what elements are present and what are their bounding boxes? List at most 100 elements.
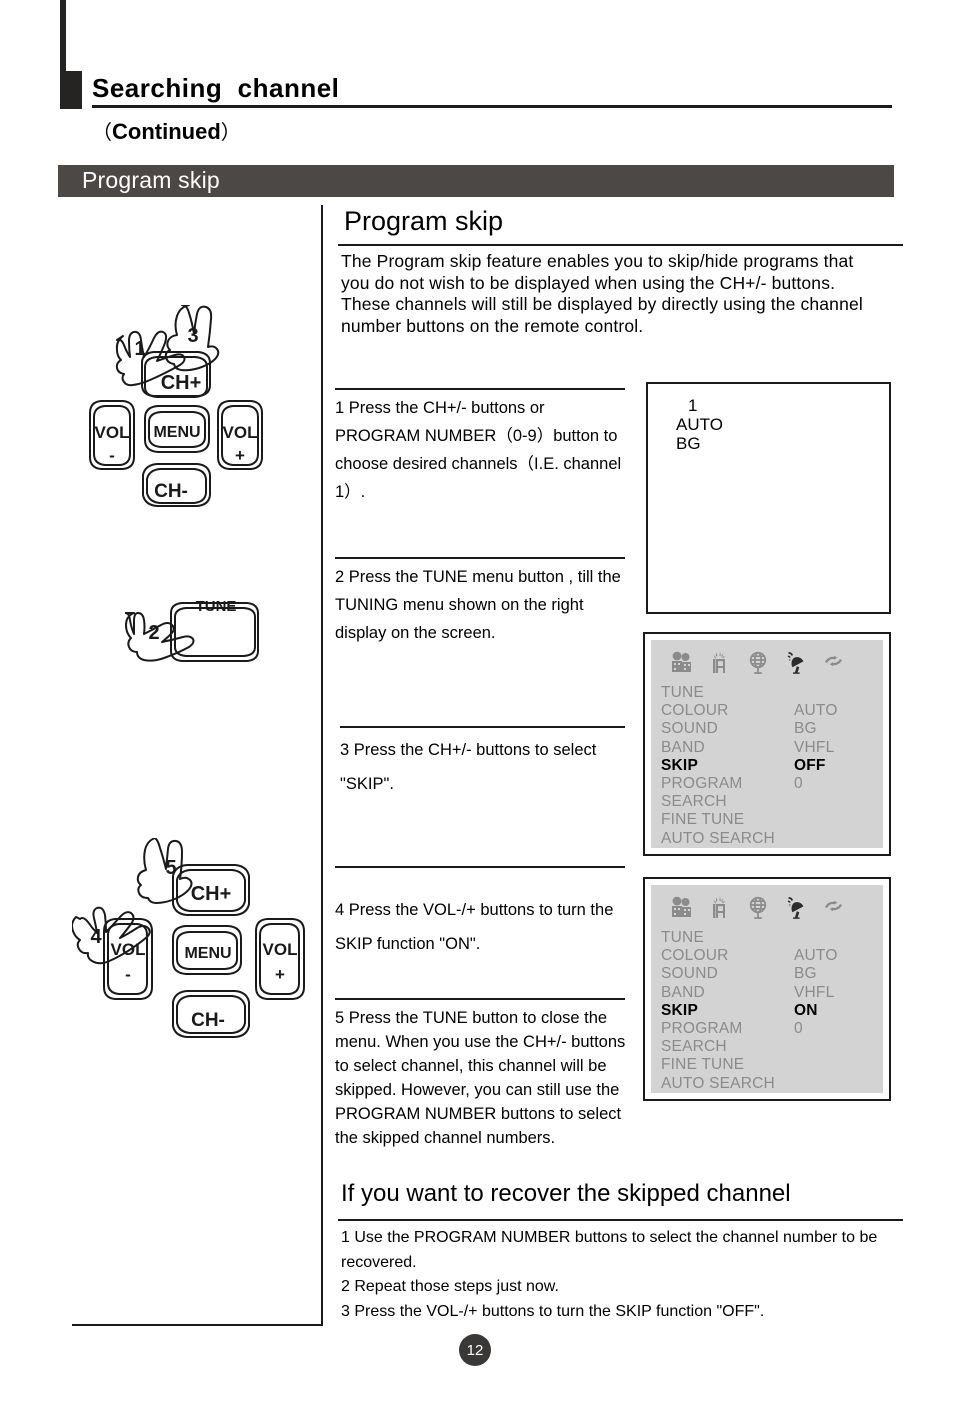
osd-background: TUNE COLOUR AUTO SOUND BG BAND VHFL SKIP ON … bbox=[651, 885, 883, 1093]
satellite-dish-icon[interactable] bbox=[783, 650, 809, 676]
osd-row-label: COLOUR bbox=[661, 947, 729, 965]
osd-row[interactable]: AUTO SEARCH bbox=[661, 830, 875, 848]
step-2-rule bbox=[335, 557, 625, 559]
osd-row[interactable]: SEARCH bbox=[661, 1038, 875, 1056]
remote-button-vol-down-label-1: VOL bbox=[111, 940, 146, 959]
tv-sound-system: BG bbox=[676, 434, 701, 453]
osd-row-skip[interactable]: SKIP ON bbox=[661, 1002, 875, 1020]
osd-row-list: TUNE COLOUR AUTO SOUND BG BAND VHFL SKIP OFF… bbox=[661, 684, 875, 848]
remote-button-vol-up-label-2: + bbox=[235, 446, 245, 465]
picture-icon[interactable] bbox=[669, 650, 695, 676]
remote-button-vol-up-label-2: + bbox=[275, 965, 285, 984]
remote-button-ch-up-label: CH+ bbox=[161, 372, 202, 394]
osd-row-value: VHFL bbox=[794, 983, 835, 1001]
remote-button-vol-up-label-1: VOL bbox=[223, 423, 258, 442]
recover-heading: If you want to recover the skipped chann… bbox=[341, 1180, 791, 1207]
subtitle-open-paren: （ bbox=[92, 122, 112, 144]
remote-illustration-tune: TUNE 2 bbox=[125, 595, 290, 690]
sound-icon[interactable] bbox=[707, 895, 733, 921]
picture-icon[interactable] bbox=[669, 895, 695, 921]
osd-row-label: BAND bbox=[661, 738, 705, 756]
osd-row-list: TUNE COLOUR AUTO SOUND BG BAND VHFL SKIP ON … bbox=[661, 929, 875, 1093]
globe-icon[interactable] bbox=[745, 650, 771, 676]
section-bar: Program skip bbox=[58, 165, 894, 197]
main-heading-underline bbox=[338, 244, 903, 246]
sound-icon[interactable] bbox=[707, 650, 733, 676]
osd-row-label: COLOUR bbox=[661, 702, 729, 720]
osd-row-label: PROGRAM bbox=[661, 775, 743, 793]
recover-step-3: 3 Press the VOL-/+ buttons to turn the S… bbox=[341, 1302, 765, 1320]
osd-row-skip[interactable]: SKIP OFF bbox=[661, 757, 875, 775]
osd-row[interactable]: TUNE bbox=[661, 684, 875, 702]
step-5-rule bbox=[335, 998, 625, 1000]
tv-colour-system: AUTO bbox=[676, 415, 723, 434]
osd-row[interactable]: PROGRAM 0 bbox=[661, 775, 875, 793]
osd-row[interactable]: BAND VHFL bbox=[661, 984, 875, 1002]
step-3-rule bbox=[340, 726, 625, 728]
osd-row-value: BG bbox=[794, 965, 817, 983]
page-subtitle: （Continued） bbox=[92, 116, 241, 145]
osd-row[interactable]: SEARCH bbox=[661, 793, 875, 811]
page-number-badge: 12 bbox=[459, 1334, 491, 1366]
osd-row[interactable]: SOUND BG bbox=[661, 965, 875, 983]
satellite-dish-icon[interactable] bbox=[783, 895, 809, 921]
osd-row[interactable]: FINE TUNE bbox=[661, 811, 875, 829]
osd-row-label: SEARCH bbox=[661, 793, 727, 811]
manual-page: Searching channel （Continued） Program sk… bbox=[0, 0, 954, 1401]
osd-row[interactable]: FINE TUNE bbox=[661, 1056, 875, 1074]
osd-row-label: TUNE bbox=[661, 684, 704, 701]
osd-row-label: AUTO SEARCH bbox=[661, 829, 775, 847]
tv-screen-channel-display: 1 AUTO BG bbox=[646, 382, 891, 614]
osd-row-label: TUNE bbox=[661, 929, 704, 946]
osd-row-value: OFF bbox=[794, 756, 826, 774]
osd-row[interactable]: COLOUR AUTO bbox=[661, 702, 875, 720]
tv-screen-osd-text: 1 AUTO BG bbox=[676, 396, 723, 453]
recover-steps: 1 Use the PROGRAM NUMBER buttons to sele… bbox=[341, 1226, 901, 1324]
osd-row-value: VHFL bbox=[794, 738, 835, 756]
osd-row[interactable]: AUTO SEARCH bbox=[661, 1075, 875, 1093]
globe-icon[interactable] bbox=[745, 895, 771, 921]
osd-row-label: SKIP bbox=[661, 756, 698, 774]
bottom-frame-rule bbox=[72, 1324, 323, 1326]
hand-pointer-label-2: 2 bbox=[148, 622, 159, 644]
remote-button-ch-up-label: CH+ bbox=[191, 883, 232, 905]
osd-row[interactable]: BAND VHFL bbox=[661, 739, 875, 757]
osd-icon-row bbox=[669, 891, 869, 925]
tuning-menu-skip-on: TUNE COLOUR AUTO SOUND BG BAND VHFL SKIP ON … bbox=[643, 877, 891, 1101]
remote-button-menu-label: MENU bbox=[184, 945, 231, 962]
tuning-menu-skip-off: TUNE COLOUR AUTO SOUND BG BAND VHFL SKIP OFF… bbox=[643, 632, 891, 856]
recover-step-1: 1 Use the PROGRAM NUMBER buttons to sele… bbox=[341, 1229, 878, 1271]
osd-row-label: FINE TUNE bbox=[661, 811, 745, 829]
osd-row-value: ON bbox=[794, 1001, 818, 1019]
step-4-rule bbox=[335, 866, 625, 868]
recover-step-2: 2 Repeat those steps just now. bbox=[341, 1278, 559, 1295]
osd-row-label: PROGRAM bbox=[661, 1020, 743, 1038]
remote-button-menu-label: MENU bbox=[153, 424, 200, 441]
osd-row-label: SOUND bbox=[661, 720, 718, 738]
osd-row[interactable]: COLOUR AUTO bbox=[661, 947, 875, 965]
step-1-rule bbox=[335, 388, 625, 390]
refresh-icon[interactable] bbox=[821, 895, 847, 921]
osd-row-label: FINE TUNE bbox=[661, 1056, 745, 1074]
osd-icon-row bbox=[669, 646, 869, 680]
step-4-text: 4 Press the VOL-/+ buttons to turn the S… bbox=[335, 901, 614, 953]
osd-row-value: AUTO bbox=[794, 702, 838, 720]
osd-row-label: AUTO SEARCH bbox=[661, 1074, 775, 1092]
remote-button-vol-down-label-1: VOL bbox=[95, 423, 130, 442]
osd-row-value: BG bbox=[794, 720, 817, 738]
recover-heading-underline bbox=[338, 1219, 903, 1221]
frame-corner-block bbox=[60, 71, 82, 109]
remote-button-ch-down-label: CH- bbox=[154, 481, 188, 502]
osd-row[interactable]: PROGRAM 0 bbox=[661, 1020, 875, 1038]
osd-row-label: SOUND bbox=[661, 965, 718, 983]
osd-row[interactable]: SOUND BG bbox=[661, 720, 875, 738]
step-2-text: 2 Press the TUNE menu button , till the … bbox=[335, 568, 621, 642]
remote-illustration-bottom: CH+ VOL - MENU VOL + CH- 5 4 bbox=[72, 838, 327, 1068]
remote-button-ch-down-label: CH- bbox=[191, 1010, 225, 1031]
subtitle-close-paren: ） bbox=[220, 122, 241, 144]
intro-paragraph: The Program skip feature enables you to … bbox=[341, 251, 863, 336]
remote-button-vol-down-label-2: - bbox=[125, 965, 131, 984]
step-5-text: 5 Press the TUNE button to close the men… bbox=[335, 1009, 626, 1147]
osd-row[interactable]: TUNE bbox=[661, 929, 875, 947]
refresh-icon[interactable] bbox=[821, 650, 847, 676]
